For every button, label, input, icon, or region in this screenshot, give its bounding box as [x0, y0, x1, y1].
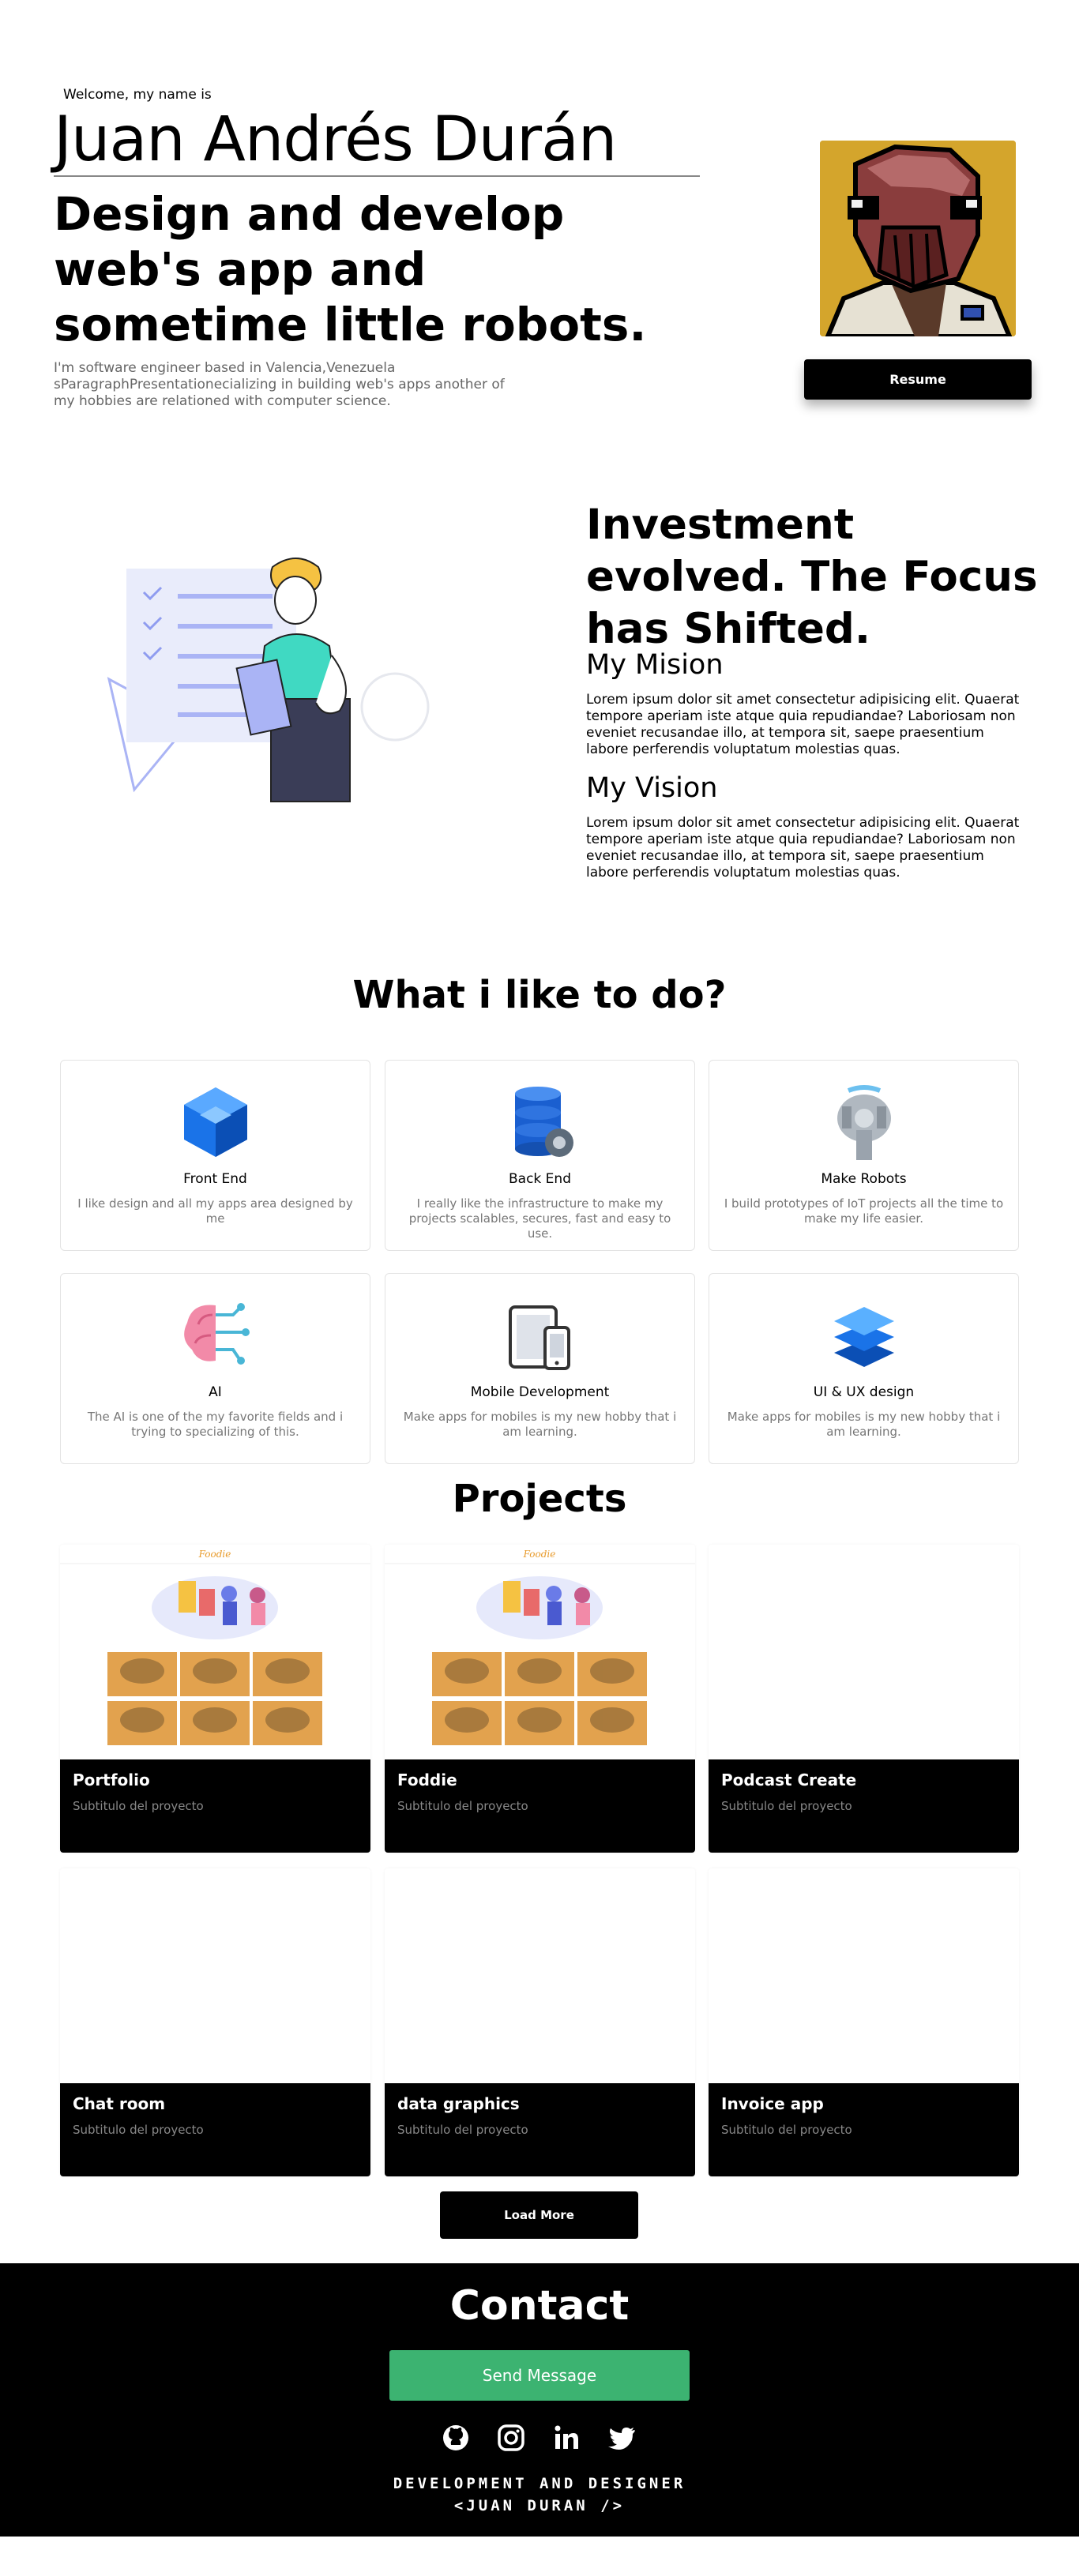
project-thumbnail: [60, 1868, 370, 2083]
project-subtitle: Subtitulo del proyecto: [397, 2123, 528, 2137]
twitter-icon[interactable]: [607, 2424, 636, 2452]
skill-card-mobile-development: Mobile Development Make apps for mobiles…: [385, 1273, 695, 1464]
contact-title: Contact: [449, 2282, 630, 2330]
about-title: Investment evolved. The Focus has Shifte…: [586, 501, 1038, 653]
project-title: Portfolio: [73, 1771, 150, 1789]
skill-description: I like design and all my apps area desig…: [77, 1196, 353, 1226]
project-info: Portfolio Subtitulo del proyecto: [60, 1759, 370, 1853]
project-card-foddie[interactable]: Foodie Foddie Subtitulo del proyecto: [385, 1545, 695, 1853]
project-title: Foddie: [397, 1771, 457, 1789]
contact-section: Contact Send Message DEVELOPMENT AND DES…: [0, 2263, 1079, 2537]
skill-description: I build prototypes of IoT projects all t…: [724, 1196, 1004, 1226]
person-checklist-illustration-icon: [107, 558, 430, 802]
skill-card-ui-ux-design: UI & UX design Make apps for mobiles is …: [709, 1273, 1019, 1464]
project-card-podcast-create[interactable]: Podcast Create Subtitulo del proyecto: [709, 1545, 1019, 1853]
project-card-chat-room[interactable]: Chat room Subtitulo del proyecto: [60, 1868, 370, 2176]
skill-title: Make Robots: [821, 1171, 907, 1187]
project-thumbnail: [709, 1868, 1019, 2083]
project-card-portfolio[interactable]: Foodie Portfolio Subtitulo del proyecto: [60, 1545, 370, 1853]
project-info: Chat room Subtitulo del proyecto: [60, 2083, 370, 2176]
vision-text: Lorem ipsum dolor sit amet consectetur a…: [586, 815, 1020, 881]
project-subtitle: Subtitulo del proyecto: [721, 2123, 852, 2137]
project-info: Invoice app Subtitulo del proyecto: [709, 2083, 1019, 2176]
project-brand: Foodie: [523, 1549, 556, 1560]
skill-card-ai: AI The AI is one of the my favorite fiel…: [60, 1273, 370, 1464]
project-thumbnail: Foodie: [385, 1545, 695, 1759]
skill-title: Back End: [509, 1171, 571, 1187]
project-title: data graphics: [397, 2094, 520, 2113]
project-info: Podcast Create Subtitulo del proyecto: [709, 1759, 1019, 1853]
project-thumbnail: Foodie: [60, 1545, 370, 1759]
skill-title: Front End: [183, 1171, 247, 1187]
load-more-button[interactable]: Load More: [440, 2191, 638, 2239]
github-icon[interactable]: [442, 2424, 470, 2452]
instagram-icon[interactable]: [497, 2424, 525, 2452]
skill-description: Make apps for mobiles is my new hobby th…: [727, 1410, 1001, 1439]
project-card-invoice-app[interactable]: Invoice app Subtitulo del proyecto: [709, 1868, 1019, 2176]
about-section: Investment evolved. The Focus has Shifte…: [0, 442, 1079, 929]
project-subtitle: Subtitulo del proyecto: [721, 1799, 852, 1813]
hero-tagline: Design and develop web's app and sometim…: [54, 187, 647, 351]
layers-icon: [834, 1307, 894, 1367]
project-info: Foddie Subtitulo del proyecto: [385, 1759, 695, 1853]
skill-title: UI & UX design: [813, 1384, 915, 1400]
project-title: Invoice app: [721, 2094, 824, 2113]
database-gear-icon: [515, 1087, 573, 1157]
project-info: data graphics Subtitulo del proyecto: [385, 2083, 695, 2176]
hero-description: I'm software engineer based in Valencia,…: [54, 360, 505, 409]
footer-tagline: DEVELOPMENT AND DESIGNER: [393, 2475, 686, 2492]
skill-description: I really like the infrastructure to make…: [408, 1196, 671, 1241]
cube-icon: [184, 1087, 247, 1157]
resume-button[interactable]: Resume: [804, 359, 1032, 400]
project-card-data-graphics[interactable]: data graphics Subtitulo del proyecto: [385, 1868, 695, 2176]
project-title: Podcast Create: [721, 1771, 857, 1789]
skill-title: Mobile Development: [470, 1384, 610, 1400]
skill-card-front-end: Front End I like design and all my apps …: [60, 1060, 370, 1251]
welcome-text: Welcome, my name is: [63, 87, 212, 103]
spaceship-icon: [837, 1085, 891, 1160]
skill-description: Make apps for mobiles is my new hobby th…: [403, 1410, 677, 1439]
skills-title: What i like to do?: [352, 973, 727, 1017]
skill-card-make-robots: Make Robots I build prototypes of IoT pr…: [709, 1060, 1019, 1251]
send-message-button[interactable]: Send Message: [389, 2350, 690, 2401]
footer-signature: <JUAN DURAN />: [453, 2497, 626, 2514]
project-title: Chat room: [73, 2094, 166, 2113]
skill-description: The AI is one of the my favorite fields …: [87, 1410, 344, 1439]
devices-icon: [509, 1305, 570, 1370]
social-links: [442, 2424, 637, 2455]
hero-name: Juan Andrés Durán: [54, 104, 617, 175]
hero-section: Welcome, my name is Juan Andrés Durán De…: [0, 0, 1079, 442]
hero-divider: [54, 175, 700, 177]
food-app-screenshot-icon: Foodie: [60, 1545, 370, 1759]
project-brand: Foodie: [198, 1549, 231, 1560]
pixel-character-avatar-icon: [820, 141, 1016, 336]
skill-title: AI: [209, 1384, 222, 1400]
projects-section: Projects Foodie Portfolio Subtitulo del …: [0, 1466, 1079, 2263]
brain-circuit-icon: [184, 1303, 250, 1365]
project-subtitle: Subtitulo del proyecto: [73, 2123, 204, 2137]
project-thumbnail: [709, 1545, 1019, 1759]
skills-section: What i like to do? Front End I like desi…: [0, 929, 1079, 1466]
project-thumbnail: [385, 1868, 695, 2083]
food-app-screenshot-icon: Foodie: [385, 1545, 695, 1759]
projects-title: Projects: [452, 1477, 627, 1521]
avatar: [820, 141, 1016, 336]
project-subtitle: Subtitulo del proyecto: [73, 1799, 204, 1813]
vision-heading: My Vision: [586, 772, 718, 804]
project-subtitle: Subtitulo del proyecto: [397, 1799, 528, 1813]
skill-card-back-end: Back End I really like the infrastructur…: [385, 1060, 695, 1251]
mision-heading: My Mision: [586, 649, 724, 681]
mision-text: Lorem ipsum dolor sit amet consectetur a…: [586, 692, 1020, 757]
linkedin-icon[interactable]: [552, 2424, 581, 2452]
